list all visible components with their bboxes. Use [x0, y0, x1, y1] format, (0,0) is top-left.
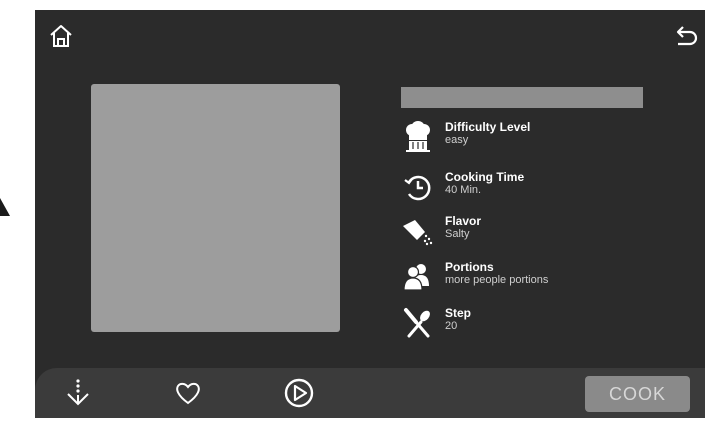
clock-icon — [404, 175, 431, 201]
recipe-title-placeholder — [401, 87, 643, 108]
download-dots-icon — [67, 379, 89, 406]
download-button[interactable] — [62, 377, 94, 409]
cooking-time-value: 40 Min. — [445, 184, 482, 196]
salt-shaker-icon — [403, 220, 433, 246]
back-button[interactable] — [673, 24, 699, 48]
difficulty-value: easy — [445, 134, 469, 146]
cook-button[interactable]: COOK — [585, 376, 690, 412]
difficulty-info: Difficulty Level easy — [401, 120, 691, 160]
oven-screen: Difficulty Level easy Cooking Time 40 Mi… — [35, 10, 705, 418]
flavor-info: Flavor Salty — [401, 214, 691, 254]
play-button[interactable] — [283, 377, 315, 409]
recipe-image — [91, 84, 340, 332]
play-circle-icon — [284, 378, 314, 408]
portions-value: more people portions — [445, 274, 549, 286]
cooking-time-label: Cooking Time — [445, 170, 525, 184]
flavor-value: Salty — [445, 228, 470, 240]
chef-hat-icon — [406, 121, 430, 152]
portions-info: Portions more people portions — [401, 260, 691, 300]
step-info: Step 20 — [401, 306, 691, 346]
utensils-icon — [404, 308, 430, 338]
step-value: 20 — [445, 320, 458, 332]
step-label: Step — [445, 306, 472, 320]
home-button[interactable] — [48, 23, 74, 49]
flavor-label: Flavor — [445, 214, 482, 228]
heart-icon — [176, 382, 200, 405]
favorite-button[interactable] — [172, 377, 204, 409]
side-pointer — [0, 198, 10, 216]
home-icon — [50, 25, 72, 47]
people-icon — [403, 264, 429, 291]
difficulty-label: Difficulty Level — [445, 120, 531, 134]
back-arrow-icon — [676, 26, 698, 46]
cooking-time-info: Cooking Time 40 Min. — [401, 170, 691, 210]
portions-label: Portions — [445, 260, 494, 274]
bottom-bar: COOK — [35, 368, 705, 418]
